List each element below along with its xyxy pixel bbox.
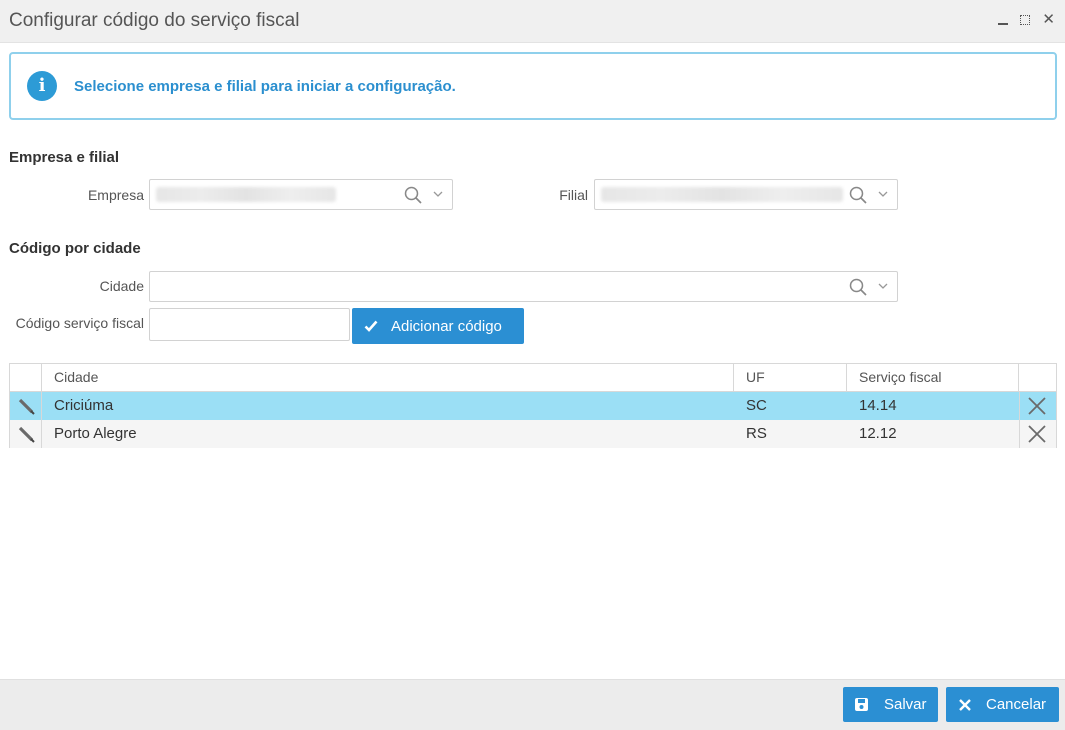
save-icon <box>855 698 868 711</box>
filial-combobox[interactable] <box>594 179 898 210</box>
info-message: Selecione empresa e filial para iniciar … <box>74 78 456 95</box>
empresa-label: Empresa <box>87 187 144 203</box>
dialog-footer: Salvar Cancelar <box>0 679 1065 730</box>
search-icon[interactable] <box>849 278 867 296</box>
save-button[interactable]: Salvar <box>843 687 938 722</box>
add-code-button[interactable]: Adicionar código <box>352 308 524 344</box>
close-icon[interactable]: ✕ <box>1042 12 1055 28</box>
empresa-value-redacted <box>156 187 336 202</box>
cell-cidade: Criciúma <box>54 397 114 414</box>
codigo-servico-label: Código serviço fiscal <box>15 315 144 331</box>
cell-servico: 14.14 <box>859 397 897 414</box>
minimize-icon[interactable] <box>998 12 1009 28</box>
header-edit <box>10 364 42 391</box>
grid-header: Cidade UF Serviço fiscal <box>10 364 1056 392</box>
search-icon[interactable] <box>849 186 867 204</box>
window-titlebar: Configurar código do serviço fiscal ✕ <box>0 0 1065 43</box>
section-codigo-cidade: Código por cidade <box>9 240 141 257</box>
search-icon[interactable] <box>404 186 422 204</box>
cidade-label: Cidade <box>99 278 144 294</box>
header-cidade[interactable]: Cidade <box>42 364 734 391</box>
table-row[interactable]: Porto Alegre RS 12.12 <box>10 420 1056 448</box>
pencil-icon[interactable] <box>18 426 35 443</box>
cell-servico: 12.12 <box>859 425 897 442</box>
chevron-down-icon[interactable] <box>433 190 443 198</box>
pencil-icon[interactable] <box>18 398 35 415</box>
chevron-down-icon[interactable] <box>878 282 888 290</box>
cell-cidade: Porto Alegre <box>54 425 137 442</box>
section-empresa-filial: Empresa e filial <box>9 149 120 166</box>
header-delete <box>1019 364 1054 391</box>
cidade-combobox[interactable] <box>149 271 898 302</box>
check-icon <box>364 320 378 332</box>
window-controls: ✕ <box>998 12 1055 28</box>
header-uf[interactable]: UF <box>734 364 847 391</box>
maximize-icon[interactable] <box>1020 12 1031 28</box>
empresa-combobox[interactable] <box>149 179 453 210</box>
info-banner: i Selecione empresa e filial para inicia… <box>9 52 1057 120</box>
filial-label: Filial <box>559 187 588 203</box>
codigo-servico-input[interactable] <box>149 308 350 341</box>
cancel-button[interactable]: Cancelar <box>946 687 1059 722</box>
delete-cell <box>1019 420 1054 448</box>
filial-value-redacted <box>601 187 843 202</box>
cities-grid: Cidade UF Serviço fiscal Criciúma SC 14.… <box>9 363 1057 448</box>
close-icon <box>959 698 971 711</box>
save-label: Salvar <box>884 696 927 713</box>
delete-x-icon[interactable] <box>1028 425 1046 443</box>
info-icon: i <box>27 71 57 101</box>
delete-x-icon[interactable] <box>1028 397 1046 415</box>
add-code-label: Adicionar código <box>391 317 502 335</box>
cell-uf: SC <box>746 397 767 414</box>
edit-cell <box>10 392 42 420</box>
edit-cell <box>10 420 42 448</box>
chevron-down-icon[interactable] <box>878 190 888 198</box>
table-row[interactable]: Criciúma SC 14.14 <box>10 392 1056 420</box>
delete-cell <box>1019 392 1054 420</box>
header-servico[interactable]: Serviço fiscal <box>847 364 1019 391</box>
window-title: Configurar código do serviço fiscal <box>9 10 300 31</box>
cancel-label: Cancelar <box>986 696 1047 713</box>
cell-uf: RS <box>746 425 767 442</box>
